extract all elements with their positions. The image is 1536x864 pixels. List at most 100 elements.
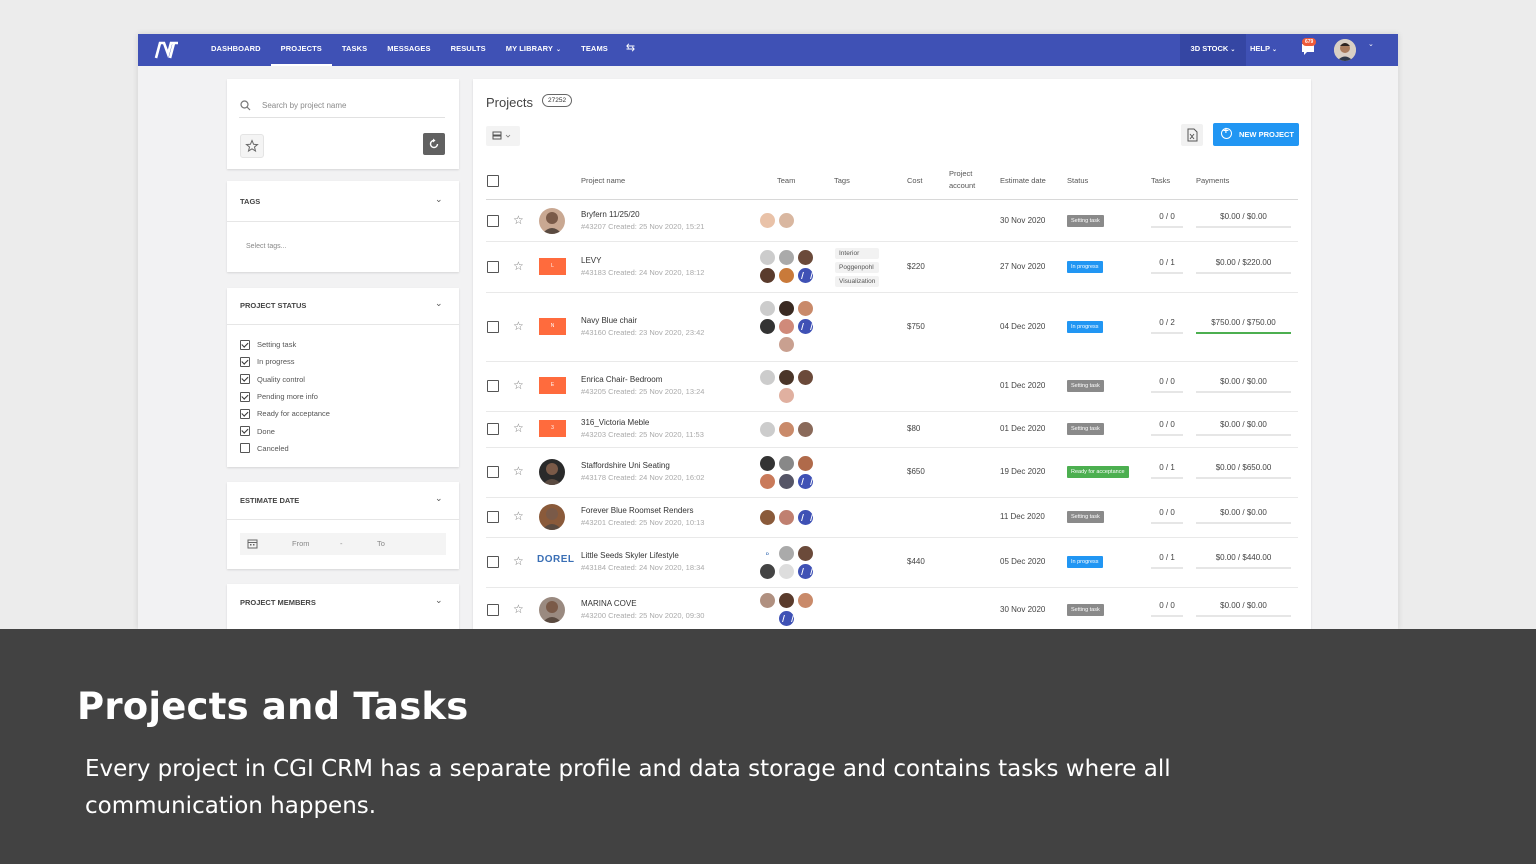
team-member-avatar[interactable] [779,369,794,385]
project-name-link[interactable]: Enrica Chair- Bedroom [581,375,662,384]
team-member-avatar[interactable] [760,563,775,579]
status-option[interactable]: Done [240,422,330,439]
col-header-project-name[interactable]: Project name [581,175,625,187]
tag-chip[interactable]: Poggenpohl [835,261,880,273]
status-badge[interactable]: In progress [1067,320,1103,333]
chevron-down-icon[interactable]: ⌄ [435,298,443,309]
status-checkbox[interactable] [240,374,250,385]
row-checkbox[interactable] [487,603,499,616]
date-to-field[interactable]: To [377,539,385,548]
team-member-avatar[interactable] [798,473,813,489]
team-member-avatar[interactable] [760,268,775,283]
nav-results[interactable]: RESULTS [441,34,496,66]
star-icon[interactable]: ☆ [513,259,524,273]
col-header-project-account[interactable]: Project account [949,168,987,192]
export-excel-button[interactable] [1181,124,1203,146]
team-member-avatar[interactable] [779,509,794,525]
status-checkbox[interactable] [240,391,250,402]
nav-my-library[interactable]: MY LIBRARY ⌄ [496,34,571,66]
team-member-avatar[interactable] [760,509,775,525]
date-range-input[interactable]: From - To [240,533,446,555]
project-name-link[interactable]: Staffordshire Uni Seating [581,461,670,470]
team-member-avatar[interactable] [798,563,813,579]
project-thumbnail[interactable]: DOREL [537,554,575,565]
swap-arrows-icon[interactable]: ⇆ [618,34,643,66]
project-thumbnail[interactable]: E [539,377,566,394]
chevron-down-icon[interactable]: ⌄ [435,493,443,504]
row-checkbox[interactable] [487,214,499,227]
team-member-avatar[interactable] [779,213,794,228]
team-member-avatar[interactable] [779,545,794,561]
star-icon[interactable]: ☆ [513,319,524,333]
team-member-avatar[interactable] [760,421,775,437]
status-badge[interactable]: Setting task [1067,214,1104,227]
team-member-avatar[interactable] [798,268,813,283]
team-member-avatar[interactable] [779,563,794,579]
user-avatar[interactable] [1334,39,1356,61]
team-member-avatar[interactable] [760,369,775,385]
row-checkbox[interactable] [487,466,499,478]
team-member-avatar[interactable] [798,421,813,437]
status-badge[interactable]: In progress [1067,556,1103,568]
status-option[interactable]: Quality control [240,371,330,388]
project-thumbnail[interactable] [539,459,565,485]
reset-filters-button[interactable] [423,133,445,155]
status-badge[interactable]: Setting task [1067,423,1104,435]
project-name-link[interactable]: 316_Victoria Meble [581,418,649,427]
3d-stock-menu[interactable]: 3D STOCK ⌄ [1180,34,1246,66]
team-member-avatar[interactable] [760,250,775,265]
project-name-link[interactable]: Forever Blue Roomset Renders [581,506,694,515]
team-member-avatar[interactable] [779,455,794,471]
project-thumbnail[interactable]: N [539,317,566,335]
status-checkbox[interactable] [240,356,250,367]
search-input[interactable]: Search by project name [239,97,445,118]
team-member-avatar[interactable] [760,473,775,489]
project-name-link[interactable]: LEVY [581,256,601,265]
status-checkbox[interactable] [240,339,250,350]
status-option[interactable]: Setting task [240,336,330,353]
star-icon[interactable]: ☆ [513,554,524,568]
team-member-avatar[interactable] [798,301,813,316]
row-checkbox[interactable] [487,511,499,523]
team-member-avatar[interactable] [779,337,794,352]
team-member-avatar[interactable] [760,455,775,471]
team-member-avatar[interactable] [798,455,813,471]
col-header-cost[interactable]: Cost [907,175,922,187]
star-icon[interactable]: ☆ [513,602,524,616]
nav-tasks[interactable]: TASKS [332,34,377,66]
chevron-down-icon[interactable]: ⌄ [435,595,443,606]
status-badge[interactable]: Setting task [1067,603,1104,616]
project-name-link[interactable]: Navy Blue chair [581,316,637,325]
team-member-avatar[interactable] [760,593,775,608]
team-member-avatar[interactable] [798,369,813,385]
team-member-avatar[interactable] [798,509,813,525]
status-checkbox[interactable] [240,426,250,437]
team-member-avatar[interactable] [779,319,794,334]
col-header-status[interactable]: Status [1067,175,1088,187]
status-option[interactable]: In progress [240,353,330,370]
date-from-field[interactable]: From [292,539,310,548]
favorites-filter-button[interactable] [240,134,264,158]
team-member-avatar[interactable] [779,473,794,489]
nav-dashboard[interactable]: DASHBOARD [201,34,271,66]
status-badge[interactable]: In progress [1067,260,1103,273]
team-member-avatar[interactable] [798,545,813,561]
star-icon[interactable]: ☆ [513,464,524,478]
team-member-avatar[interactable] [760,319,775,334]
row-checkbox[interactable] [487,320,499,333]
status-badge[interactable]: Setting task [1067,511,1104,523]
project-name-link[interactable]: MARINA COVE [581,599,637,608]
status-option[interactable]: Ready for acceptance [240,405,330,422]
team-member-avatar[interactable] [760,213,775,228]
nav-teams[interactable]: TEAMS [571,34,618,66]
team-member-avatar[interactable]: D [760,545,775,561]
project-name-link[interactable]: Little Seeds Skyler Lifestyle [581,551,679,560]
new-project-button[interactable]: NEW PROJECT [1213,123,1299,146]
team-member-avatar[interactable] [779,611,794,626]
nav-messages[interactable]: MESSAGES [377,34,440,66]
view-mode-button[interactable] [486,126,520,146]
row-checkbox[interactable] [487,260,499,273]
project-thumbnail[interactable] [539,504,565,530]
col-header-estimate-date[interactable]: Estimate date [1000,175,1046,187]
status-option[interactable]: Pending more info [240,388,330,405]
